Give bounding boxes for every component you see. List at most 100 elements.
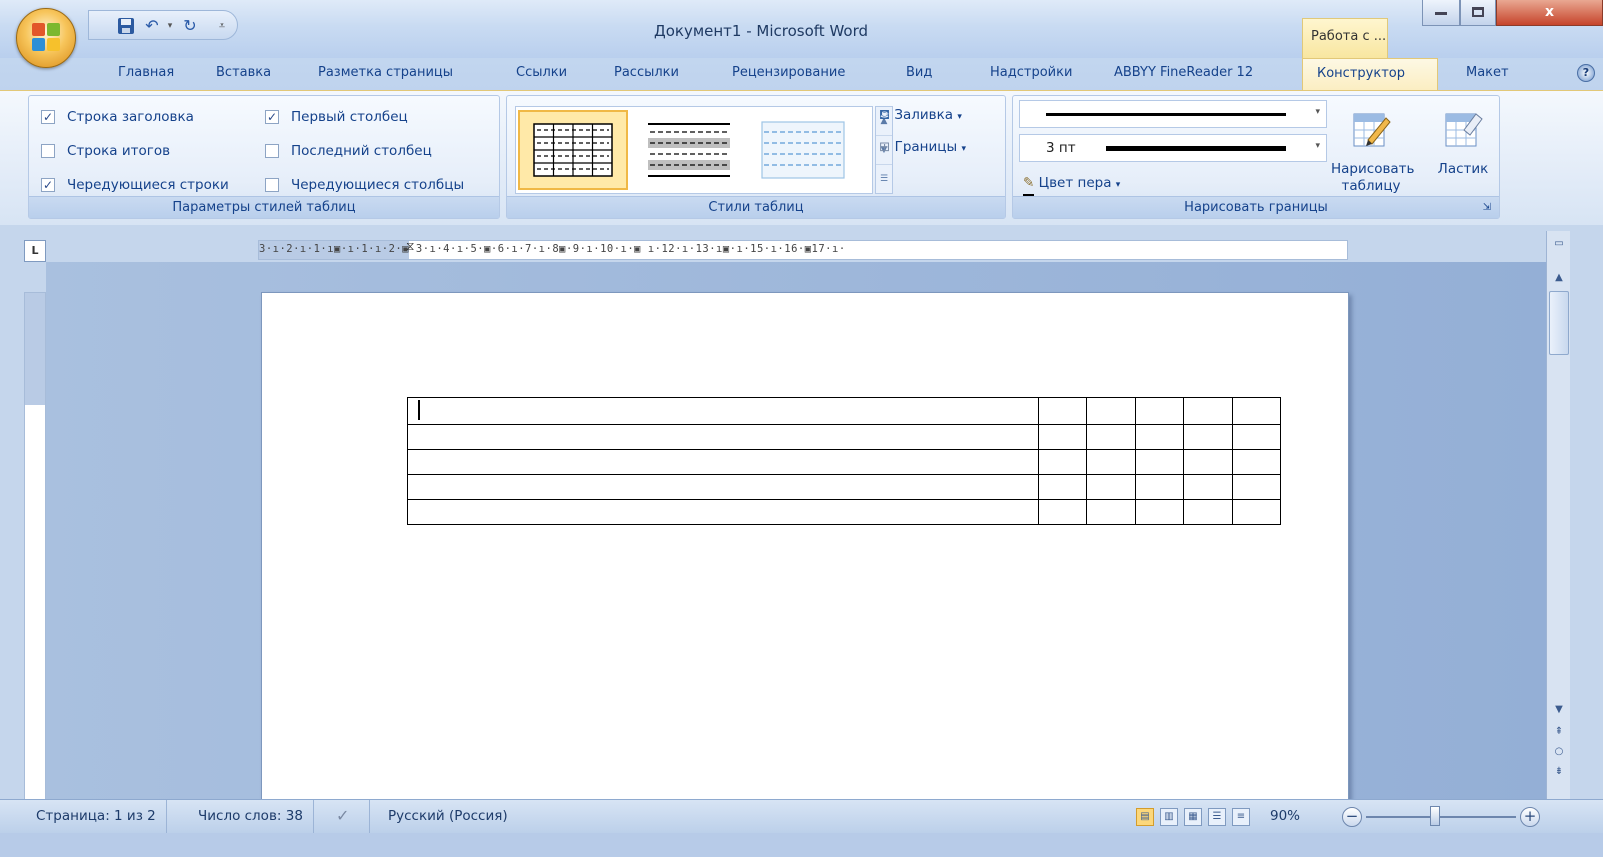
table-cell[interactable] <box>1134 499 1184 525</box>
status-page[interactable]: Страница: 1 из 2 <box>26 800 167 834</box>
checkbox-box[interactable] <box>265 178 279 192</box>
table-row[interactable] <box>407 449 1281 475</box>
checkbox-box[interactable] <box>41 108 55 126</box>
checkbox-first-column[interactable]: Первый столбец <box>265 108 408 126</box>
table-cell[interactable] <box>407 397 1039 425</box>
table-cell[interactable] <box>1086 499 1136 525</box>
table-row[interactable] <box>407 424 1281 450</box>
zoom-slider-track[interactable] <box>1366 816 1516 818</box>
scroll-down-icon[interactable]: ▼ <box>1549 701 1569 719</box>
checkbox-box[interactable] <box>41 176 55 194</box>
full-screen-reading-view-icon[interactable]: ▥ <box>1160 808 1178 826</box>
help-icon[interactable]: ? <box>1577 64 1595 82</box>
pen-color-button[interactable]: ✎ Цвет пера ▾ <box>1023 172 1120 197</box>
checkbox-box[interactable] <box>41 144 55 158</box>
tab-selector[interactable]: L <box>24 240 46 262</box>
close-button[interactable]: x <box>1496 0 1603 26</box>
document-table[interactable] <box>407 397 1281 525</box>
table-cell[interactable] <box>1134 397 1184 425</box>
previous-page-icon[interactable]: ⇞ <box>1549 723 1569 741</box>
status-word-count[interactable]: Число слов: 38 <box>188 800 314 834</box>
borders-button[interactable]: ⊞ Границы ▾ <box>879 136 966 158</box>
checkbox-banded-columns[interactable]: Чередующиеся столбцы <box>265 176 464 194</box>
checkbox-banded-rows[interactable]: Чередующиеся строки <box>41 176 229 194</box>
outline-view-icon[interactable]: ☰ <box>1208 808 1226 826</box>
maximize-button[interactable] <box>1460 0 1496 26</box>
draw-table-button[interactable]: Нарисовать таблицу <box>1331 108 1415 195</box>
table-cell[interactable] <box>1086 474 1136 500</box>
draft-view-icon[interactable]: ≡ <box>1232 808 1250 826</box>
tab-page-layout[interactable]: Разметка страницы <box>318 58 453 90</box>
table-cell[interactable] <box>1037 499 1087 525</box>
tab-references[interactable]: Ссылки <box>516 58 567 90</box>
undo-icon[interactable]: ↶ <box>143 17 161 35</box>
zoom-level[interactable]: 90% <box>1260 800 1310 834</box>
customize-qat-icon[interactable]: ⩡ <box>213 17 231 35</box>
table-cell[interactable] <box>407 424 1039 450</box>
table-cell[interactable] <box>1183 424 1233 450</box>
checkbox-box[interactable] <box>265 108 279 126</box>
table-cell[interactable] <box>1231 449 1281 475</box>
undo-dropdown-icon[interactable]: ▾ <box>161 17 179 35</box>
table-cell[interactable] <box>1134 474 1184 500</box>
scroll-thumb[interactable] <box>1549 291 1569 355</box>
tab-insert[interactable]: Вставка <box>216 58 271 90</box>
table-cell[interactable] <box>1037 424 1087 450</box>
tab-home[interactable]: Главная <box>118 58 174 90</box>
save-icon[interactable] <box>117 17 135 35</box>
gallery-more-icon[interactable]: ☰ <box>876 165 892 194</box>
split-box-icon[interactable]: ▭ <box>1549 235 1569 253</box>
office-button[interactable] <box>16 8 76 68</box>
table-cell[interactable] <box>1037 397 1087 425</box>
table-cell[interactable] <box>1183 499 1233 525</box>
tab-view[interactable]: Вид <box>906 58 932 90</box>
web-layout-view-icon[interactable]: ▦ <box>1184 808 1202 826</box>
checkbox-header-row[interactable]: Строка заголовка <box>41 108 194 126</box>
table-cell[interactable] <box>1037 474 1087 500</box>
tab-addins[interactable]: Надстройки <box>990 58 1072 90</box>
table-row[interactable] <box>407 499 1281 525</box>
table-cell[interactable] <box>1134 449 1184 475</box>
horizontal-ruler[interactable]: 3·ı·2·ı·1·ı▣·ı·1·ı·2·▣ 3·ı·4·ı·5·▣·6·ı·7… <box>258 239 1348 261</box>
table-cell[interactable] <box>1183 449 1233 475</box>
dialog-launcher-icon[interactable]: ⇲ <box>1483 197 1491 218</box>
tab-review[interactable]: Рецензирование <box>732 58 845 90</box>
table-cell[interactable] <box>1183 397 1233 425</box>
table-cell[interactable] <box>407 449 1039 475</box>
table-cell[interactable] <box>1037 449 1087 475</box>
checkbox-total-row[interactable]: Строка итогов <box>41 142 170 160</box>
tab-layout[interactable]: Макет <box>1466 58 1509 90</box>
spelling-check-icon[interactable]: ✓ <box>326 800 370 834</box>
status-language[interactable]: Русский (Россия) <box>378 800 518 834</box>
tab-design[interactable]: Конструктор <box>1302 58 1438 90</box>
select-browse-object-icon[interactable]: ○ <box>1549 743 1569 761</box>
next-page-icon[interactable]: ⇟ <box>1549 763 1569 781</box>
checkbox-box[interactable] <box>265 144 279 158</box>
table-row[interactable] <box>407 397 1281 425</box>
table-row[interactable] <box>407 474 1281 500</box>
table-cell[interactable] <box>1231 424 1281 450</box>
indent-marker-icon[interactable]: ⧖ <box>406 239 416 261</box>
table-cell[interactable] <box>1086 397 1136 425</box>
document-page[interactable] <box>261 292 1349 800</box>
table-cell[interactable] <box>1183 474 1233 500</box>
tab-abbyy[interactable]: ABBYY FineReader 12 <box>1114 58 1253 90</box>
zoom-in-icon[interactable]: + <box>1520 807 1540 827</box>
tab-mailings[interactable]: Рассылки <box>614 58 679 90</box>
table-cell[interactable] <box>1231 474 1281 500</box>
checkbox-last-column[interactable]: Последний столбец <box>265 142 432 160</box>
print-layout-view-icon[interactable]: ▤ <box>1136 808 1154 826</box>
table-cell[interactable] <box>1086 424 1136 450</box>
table-style-grid[interactable] <box>518 110 628 190</box>
shading-button[interactable]: ⛾ Заливка ▾ <box>879 104 962 126</box>
table-cell[interactable] <box>1231 499 1281 525</box>
vertical-scrollbar[interactable]: ▭ ▲ ▼ ⇞ ○ ⇟ <box>1546 231 1570 799</box>
line-weight-select[interactable]: 3 пт ▾ <box>1019 134 1327 162</box>
table-cell[interactable] <box>1134 424 1184 450</box>
table-cell[interactable] <box>1086 449 1136 475</box>
vertical-ruler[interactable] <box>24 292 46 802</box>
zoom-slider-thumb[interactable] <box>1430 806 1440 826</box>
minimize-button[interactable] <box>1422 0 1460 26</box>
table-style-light-blue[interactable] <box>748 110 858 190</box>
table-cell[interactable] <box>407 499 1039 525</box>
